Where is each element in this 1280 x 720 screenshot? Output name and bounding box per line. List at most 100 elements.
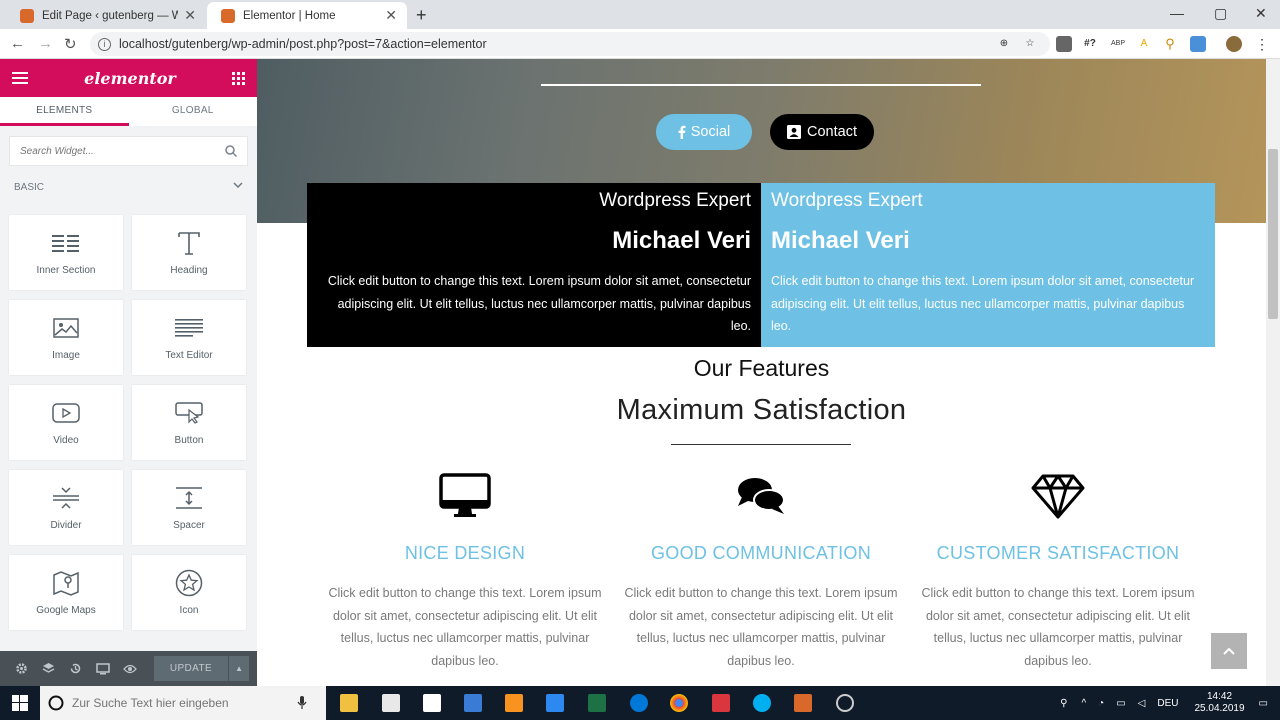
features-subtitle: Maximum Satisfaction <box>616 394 907 426</box>
widget-spacer[interactable]: Spacer <box>132 470 246 545</box>
widget-image[interactable]: Image <box>9 300 123 375</box>
excel-icon[interactable] <box>588 694 606 712</box>
contact-card-icon <box>787 125 801 139</box>
heading-icon <box>177 229 201 257</box>
widget-inner-section[interactable]: Inner Section <box>9 215 123 290</box>
scroll-to-top-button[interactable] <box>1211 633 1247 669</box>
page-scrollbar[interactable] <box>1266 59 1280 686</box>
feature-good-communication[interactable]: GOOD COMMUNICATION Click edit button to … <box>616 469 906 672</box>
browser-menu-icon[interactable]: ⋮ <box>1254 36 1270 52</box>
elementor-favicon-icon <box>221 8 235 23</box>
profile-card-dark[interactable]: Wordpress Expert Michael Veri Click edit… <box>307 183 761 347</box>
site-info-icon[interactable]: i <box>98 37 111 51</box>
notifications-icon[interactable]: ▭ <box>1259 698 1268 709</box>
app-icon[interactable] <box>836 694 854 712</box>
tray-expand-icon[interactable]: ^ <box>1081 698 1086 709</box>
widget-heading[interactable]: Heading <box>132 215 246 290</box>
clock[interactable]: 14:42 25.04.2019 <box>1194 691 1244 715</box>
widget-label: Text Editor <box>165 350 213 361</box>
system-tray: ⚲ ^ ◔ ▭ ◁ DEU 14:42 25.04.2019 ▭ <box>1052 686 1272 720</box>
settings-gear-icon[interactable] <box>8 662 35 675</box>
preview-eye-icon[interactable] <box>117 664 144 674</box>
panel-tabs: ELEMENTS GLOBAL <box>0 97 257 126</box>
image-icon <box>53 314 79 342</box>
clock-date: 25.04.2019 <box>1194 703 1245 714</box>
tab-close-icon[interactable]: ✕ <box>184 7 196 24</box>
app-icon[interactable] <box>464 694 482 712</box>
vlc-icon[interactable] <box>505 694 523 712</box>
taskbar-search-input[interactable] <box>72 696 297 710</box>
app-icon[interactable] <box>546 694 564 712</box>
widget-divider[interactable]: Divider <box>9 470 123 545</box>
window-close-icon[interactable]: ✕ <box>1255 5 1267 22</box>
navigator-layers-icon[interactable] <box>35 662 62 675</box>
language-indicator[interactable]: DEU <box>1157 698 1178 709</box>
store-icon[interactable] <box>382 694 400 712</box>
people-icon[interactable]: ⚲ <box>1060 698 1067 709</box>
tab-global[interactable]: GLOBAL <box>129 97 258 126</box>
scrollbar-thumb[interactable] <box>1268 149 1278 319</box>
widget-text-editor[interactable]: Text Editor <box>132 300 246 375</box>
extension-abp-icon[interactable]: ABP <box>1110 36 1126 52</box>
widget-label: Video <box>53 435 79 446</box>
back-arrow-icon[interactable]: ← <box>10 35 25 52</box>
widget-label: Spacer <box>173 520 205 531</box>
extension-font-icon[interactable]: A <box>1136 36 1152 52</box>
wifi-icon[interactable]: ◔ <box>1098 698 1104 709</box>
battery-icon[interactable]: ▭ <box>1116 698 1125 709</box>
widget-search <box>9 136 248 166</box>
star-icon <box>175 569 203 597</box>
profile-card-blue[interactable]: Wordpress Expert Michael Veri Click edit… <box>761 183 1215 347</box>
widget-google-maps[interactable]: Google Maps <box>9 555 123 630</box>
social-button[interactable]: Social <box>656 114 752 150</box>
mail-icon[interactable] <box>423 694 441 712</box>
new-tab-icon[interactable]: + <box>416 5 427 26</box>
page-preview: Social Contact Wordpress Expert Michael … <box>257 59 1266 686</box>
widget-icon[interactable]: Icon <box>132 555 246 630</box>
tab-elements[interactable]: ELEMENTS <box>0 97 129 126</box>
chrome-icon[interactable] <box>670 694 688 712</box>
forward-arrow-icon[interactable]: → <box>38 35 53 52</box>
card-name: Michael Veri <box>612 227 751 254</box>
widget-video[interactable]: Video <box>9 385 123 460</box>
edge-icon[interactable] <box>630 694 648 712</box>
update-button[interactable]: UPDATE <box>153 656 229 681</box>
reload-icon[interactable]: ↻ <box>64 35 77 53</box>
maximize-icon[interactable]: ▢ <box>1214 5 1227 22</box>
category-basic-header[interactable]: BASIC <box>0 176 257 193</box>
feature-customer-satisfaction[interactable]: CUSTOMER SATISFACTION Click edit button … <box>913 469 1203 672</box>
skype-icon[interactable] <box>753 694 771 712</box>
extension-hash-icon[interactable]: #? <box>1082 36 1098 52</box>
history-icon[interactable] <box>62 662 89 675</box>
social-button-label: Social <box>690 124 731 140</box>
windows-start-icon[interactable] <box>12 695 28 711</box>
widgets-grid-icon[interactable] <box>231 71 245 85</box>
hamburger-menu-icon[interactable] <box>12 72 28 84</box>
extension-pen-icon[interactable] <box>1190 36 1206 52</box>
profile-avatar[interactable] <box>1226 36 1242 52</box>
responsive-mode-icon[interactable] <box>90 662 117 675</box>
feature-nice-design[interactable]: NICE DESIGN Click edit button to change … <box>320 469 610 672</box>
microphone-icon[interactable] <box>297 696 307 710</box>
card-text: Click edit button to change this text. L… <box>771 274 1195 333</box>
acrobat-icon[interactable] <box>712 694 730 712</box>
browser-tab-elementor-home[interactable]: Elementor | Home ✕ <box>207 2 407 29</box>
tab-title: Edit Page ‹ gutenberg — WordPr <box>42 9 179 22</box>
widget-search-input[interactable] <box>20 145 200 157</box>
widget-button[interactable]: Button <box>132 385 246 460</box>
browser-toolbar: ← → ↻ i localhost/gutenberg/wp-admin/pos… <box>0 29 1280 59</box>
update-options-icon[interactable]: ▲ <box>229 656 250 681</box>
xampp-icon[interactable] <box>794 694 812 712</box>
address-bar[interactable]: i localhost/gutenberg/wp-admin/post.php?… <box>90 32 1050 56</box>
spacer-icon <box>175 484 203 512</box>
browser-tab-edit-page[interactable]: Edit Page ‹ gutenberg — WordPr ✕ <box>6 2 206 29</box>
extension-screenshot-icon[interactable] <box>1056 36 1072 52</box>
minimize-icon[interactable]: — <box>1170 5 1184 21</box>
file-explorer-icon[interactable] <box>340 694 358 712</box>
tab-close-icon[interactable]: ✕ <box>385 7 397 24</box>
bookmark-star-icon[interactable]: ☆ <box>1022 36 1038 52</box>
volume-icon[interactable]: ◁ <box>1138 698 1146 709</box>
search-extension-icon[interactable]: ⚲ <box>1162 36 1178 52</box>
zoom-icon[interactable]: ⊕ <box>996 36 1012 52</box>
contact-button[interactable]: Contact <box>770 114 874 150</box>
